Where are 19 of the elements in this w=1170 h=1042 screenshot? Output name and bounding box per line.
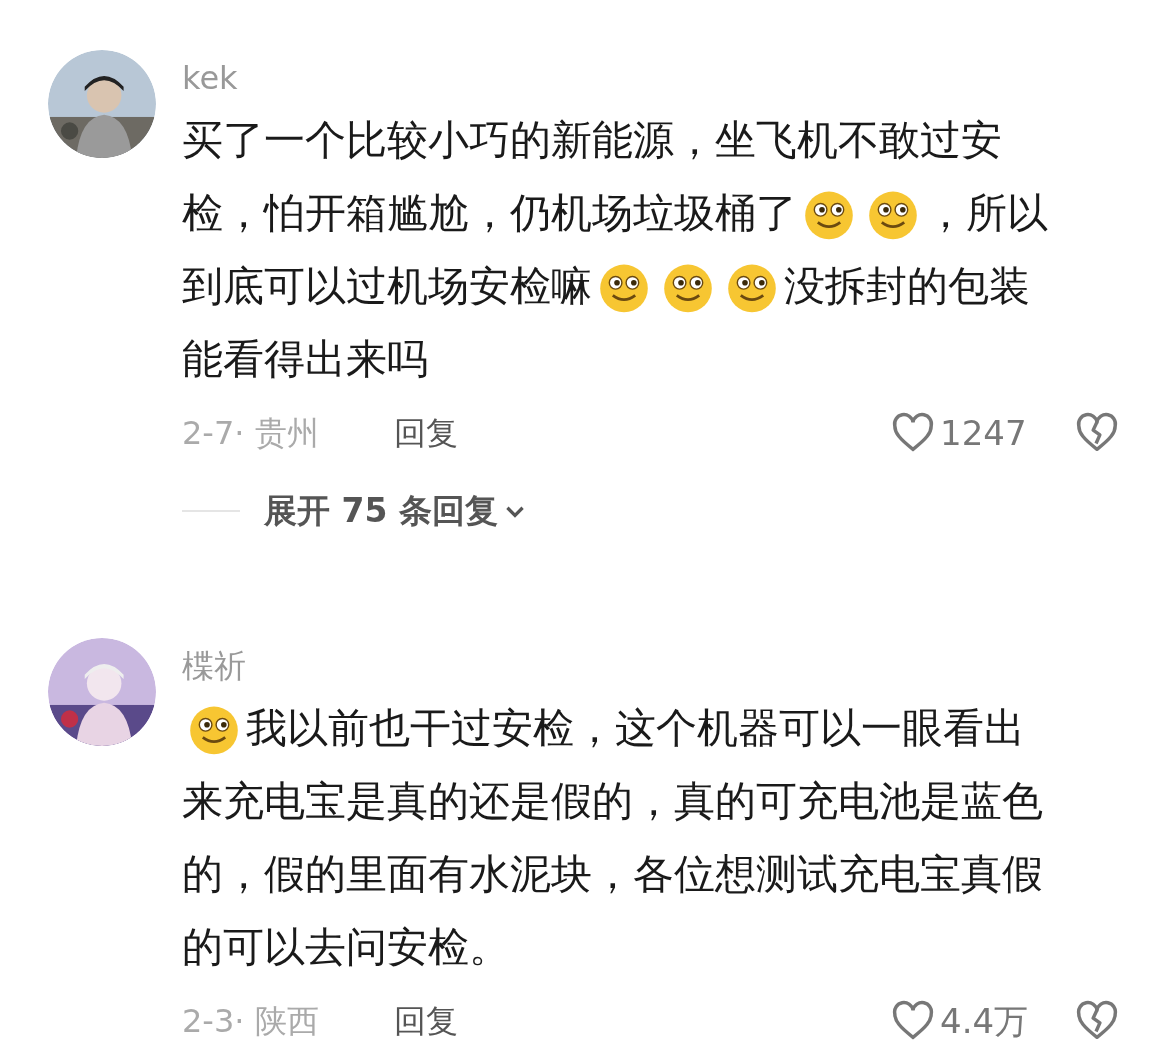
comment-text: 买了一个比较小巧的新能源，坐飞机不敢过安 [182,115,1002,166]
comment-text: 检，怕开箱尴尬，仍机场垃圾桶了 [182,188,797,239]
comment-meta: 2-3· 陕西 [182,1001,320,1042]
comment-text: ，所以 [925,188,1048,239]
heart-icon[interactable] [890,998,936,1042]
broken-heart-icon[interactable] [1074,998,1120,1042]
reply-button[interactable]: 回复 [394,997,458,1042]
comment-text: 来充电宝是真的还是假的，真的可充电池是蓝色 [182,776,1043,827]
comment-text: 的，假的里面有水泥块，各位想测试充电宝真假 [182,849,1043,900]
comment-text: 我以前也干过安检，这个机器可以一眼看出 [246,703,1025,754]
comment-text: 到底可以过机场安检嘛 [182,261,592,312]
expand-replies-button[interactable]: 展开 75 条回复 [264,486,528,536]
comment-text: 能看得出来吗 [182,334,428,385]
like-count: 1247 [940,411,1028,455]
comment-text: 的可以去问安检。 [182,922,510,973]
reply-button[interactable]: 回复 [394,409,458,457]
comment-text: 没拆封的包装 [784,261,1030,312]
comment-meta: 2-7· 贵州 [182,413,320,454]
like-count: 4.4万 [940,999,1030,1042]
